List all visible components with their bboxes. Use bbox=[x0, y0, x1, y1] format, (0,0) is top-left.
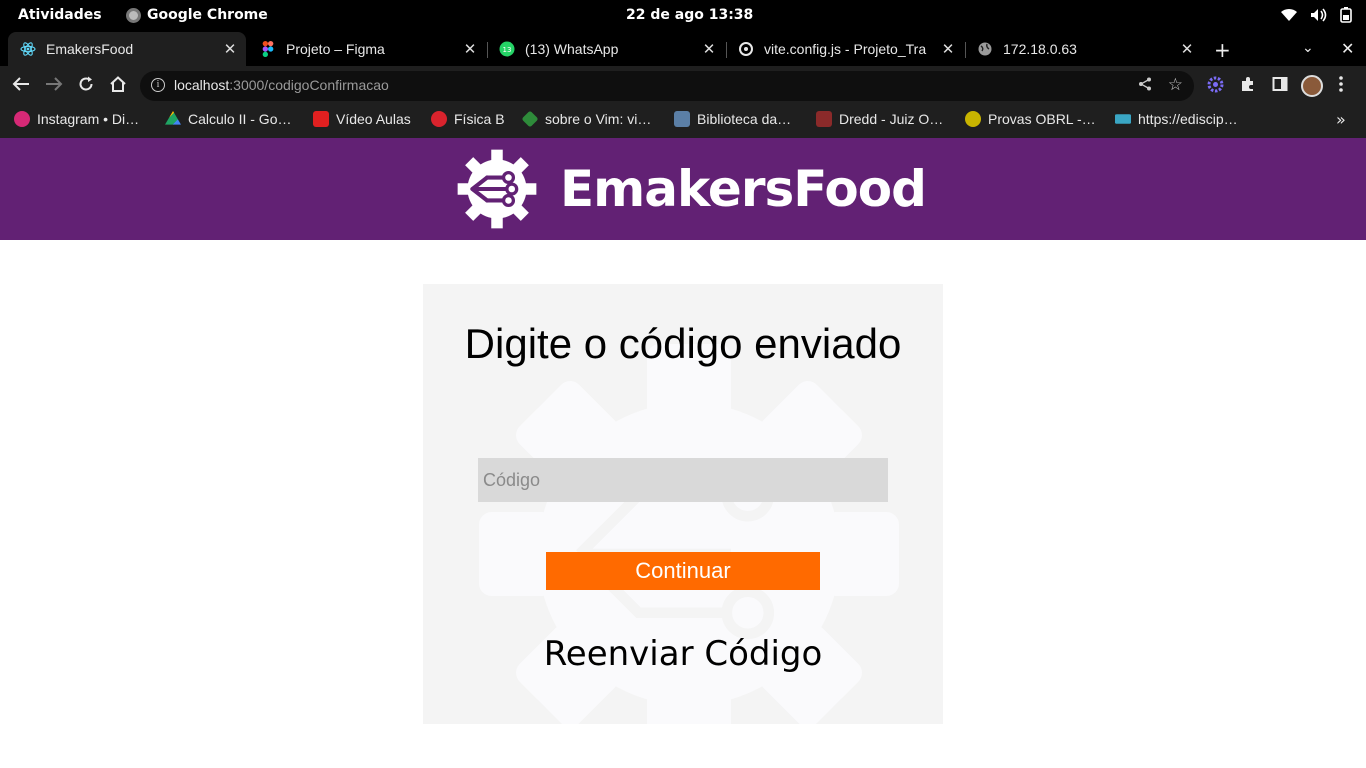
edisciplinas-icon bbox=[1115, 114, 1131, 124]
globe-icon bbox=[977, 41, 993, 57]
react-icon bbox=[20, 41, 36, 57]
home-icon[interactable] bbox=[109, 76, 127, 97]
tab-title: vite.config.js - Projeto_Tra bbox=[764, 41, 927, 57]
back-arrow-icon[interactable] bbox=[12, 76, 30, 97]
figma-icon bbox=[260, 41, 276, 57]
bookmark-biblioteca[interactable]: Biblioteca da… bbox=[674, 111, 791, 127]
more-bookmarks-icon[interactable]: » bbox=[1336, 110, 1346, 129]
forward-arrow-icon[interactable] bbox=[45, 76, 63, 97]
bookmarks-bar: Instagram • Di… Calculo II - Go… Vídeo A… bbox=[0, 106, 1366, 138]
tab-title: EmakersFood bbox=[46, 41, 134, 57]
close-tab-icon[interactable]: ✕ bbox=[460, 40, 480, 58]
app-name: Google Chrome bbox=[147, 7, 268, 23]
vim-icon bbox=[521, 110, 539, 128]
tab-figma[interactable]: Projeto – Figma ✕ bbox=[248, 32, 486, 66]
clock[interactable]: 22 de ago 13:38 bbox=[626, 7, 753, 23]
svg-text:13: 13 bbox=[503, 46, 512, 54]
youtube-icon bbox=[313, 111, 329, 127]
bookmark-video-aulas[interactable]: Vídeo Aulas bbox=[313, 111, 411, 127]
new-tab-button[interactable]: + bbox=[1214, 38, 1231, 62]
close-tab-icon[interactable]: ✕ bbox=[938, 40, 958, 58]
wifi-icon bbox=[1281, 8, 1297, 21]
close-tab-icon[interactable]: ✕ bbox=[1177, 40, 1197, 58]
instagram-icon bbox=[14, 111, 30, 127]
volume-icon bbox=[1311, 8, 1327, 22]
activities-button[interactable]: Atividades bbox=[18, 7, 102, 23]
brand[interactable]: EmakersFood bbox=[456, 148, 927, 230]
bookmark-dredd[interactable]: Dredd - Juiz O… bbox=[816, 111, 943, 127]
bookmark-fisica-b[interactable]: Física B bbox=[431, 111, 505, 127]
system-top-bar: Atividades Google Chrome 22 de ago 13:38 bbox=[0, 0, 1366, 32]
extensions-puzzle-icon[interactable] bbox=[1240, 76, 1256, 96]
dredd-icon bbox=[816, 111, 832, 127]
app-menu[interactable]: Google Chrome bbox=[126, 7, 268, 23]
side-panel-icon[interactable] bbox=[1272, 76, 1288, 96]
tab-vite-config[interactable]: vite.config.js - Projeto_Tra ✕ bbox=[726, 32, 964, 66]
bookmark-instagram[interactable]: Instagram • Di… bbox=[14, 111, 139, 127]
chrome-icon bbox=[126, 7, 141, 23]
url-text[interactable]: localhost:3000/codigoConfirmacao bbox=[174, 77, 389, 93]
address-bar[interactable]: i localhost:3000/codigoConfirmacao ☆ bbox=[140, 71, 1194, 101]
close-tab-icon[interactable]: ✕ bbox=[220, 40, 240, 58]
profile-avatar[interactable] bbox=[1301, 75, 1323, 97]
apple-icon bbox=[431, 111, 447, 127]
battery-icon bbox=[1340, 7, 1352, 23]
check-icon bbox=[965, 111, 981, 127]
tab-strip: EmakersFood ✕ Projeto – Figma ✕ 13 (13) … bbox=[0, 32, 1366, 66]
brand-name: EmakersFood bbox=[560, 160, 927, 218]
close-window-icon[interactable]: ✕ bbox=[1341, 39, 1354, 58]
system-tray[interactable] bbox=[1280, 7, 1352, 23]
continue-button[interactable]: Continuar bbox=[546, 552, 820, 590]
whatsapp-icon: 13 bbox=[499, 41, 515, 57]
reload-icon[interactable] bbox=[78, 76, 94, 97]
extension-gear-icon[interactable] bbox=[1207, 76, 1224, 97]
menu-kebab-icon[interactable] bbox=[1338, 76, 1344, 96]
tab-whatsapp[interactable]: 13 (13) WhatsApp ✕ bbox=[487, 32, 725, 66]
bookmark-star-icon[interactable]: ☆ bbox=[1168, 75, 1183, 95]
close-tab-icon[interactable]: ✕ bbox=[699, 40, 719, 58]
tab-emakersfood[interactable]: EmakersFood ✕ bbox=[8, 32, 246, 66]
resend-code-link[interactable]: Reenviar Código bbox=[423, 634, 943, 674]
tab-search-icon[interactable]: ⌄ bbox=[1302, 40, 1314, 56]
share-icon[interactable] bbox=[1138, 77, 1152, 95]
tab-ip-address[interactable]: 172.18.0.63 ✕ bbox=[965, 32, 1203, 66]
site-info-icon[interactable]: i bbox=[151, 78, 165, 92]
tab-title: Projeto – Figma bbox=[286, 41, 385, 57]
bookmark-vim[interactable]: sobre o Vim: vi… bbox=[521, 110, 651, 128]
bookmark-calculo[interactable]: Calculo II - Go… bbox=[165, 111, 291, 127]
library-icon bbox=[674, 111, 690, 127]
bookmark-provas-obrl[interactable]: Provas OBRL -… bbox=[965, 111, 1096, 127]
google-drive-icon bbox=[165, 111, 181, 125]
code-input[interactable] bbox=[478, 458, 888, 502]
bookmark-edisciplinas[interactable]: https://edisciр… bbox=[1115, 111, 1238, 127]
page-title: Digite o código enviado bbox=[464, 320, 902, 367]
confirmation-card: Digite o código enviado Continuar Reenvi… bbox=[423, 284, 943, 724]
tab-title: (13) WhatsApp bbox=[525, 41, 619, 57]
github-icon bbox=[738, 41, 754, 57]
tab-title: 172.18.0.63 bbox=[1003, 41, 1077, 57]
logo-gear-icon bbox=[457, 149, 537, 229]
